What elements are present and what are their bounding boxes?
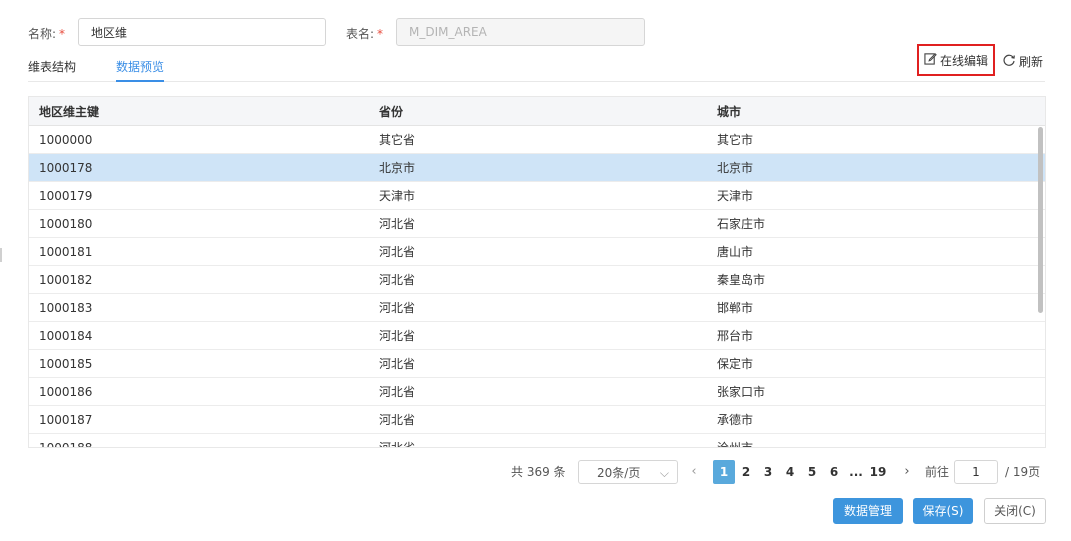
cell-city: 唐山市 (717, 245, 754, 259)
page-3[interactable]: 3 (758, 460, 778, 484)
column-header-province[interactable]: 省份 (379, 103, 403, 120)
cell-area-key: 1000181 (39, 244, 93, 259)
cell-province: 河北省 (379, 217, 416, 231)
goto-page-input[interactable] (954, 460, 998, 484)
page-5[interactable]: 5 (802, 460, 822, 484)
table-scrollbar[interactable] (1038, 127, 1043, 313)
table-row[interactable]: 1000179 天津市 天津市 (29, 182, 1045, 210)
cell-province: 河北省 (379, 441, 416, 448)
table-header: 地区维主键 省份 城市 (29, 97, 1045, 126)
cell-city: 天津市 (717, 189, 754, 203)
refresh-button[interactable]: 刷新 (1002, 52, 1043, 70)
chevron-down-icon: ⌵ (659, 466, 669, 480)
table-row[interactable]: 1000187 河北省 承德市 (29, 406, 1045, 434)
table-name-label: 表名: (346, 27, 375, 41)
name-required-mark: * (59, 26, 66, 41)
table-row[interactable]: 1000183 河北省 邯郸市 (29, 294, 1045, 322)
cell-province: 河北省 (379, 301, 416, 315)
cell-area-key: 1000178 (39, 160, 93, 175)
cell-province: 河北省 (379, 245, 416, 259)
table-row[interactable]: 1000180 河北省 石家庄市 (29, 210, 1045, 238)
page-1[interactable]: 1 (713, 460, 735, 484)
table-body: 1000000 其它省 其它市 1000178 北京市 北京市 1000179 天津市 天津市 1… (29, 126, 1045, 448)
cell-area-key: 1000182 (39, 272, 93, 287)
total-count: 共 369 条 (511, 465, 566, 479)
cell-area-key: 1000179 (39, 188, 93, 203)
cell-area-key: 1000000 (39, 132, 93, 147)
close-button[interactable]: 关闭(C) (984, 498, 1046, 524)
cell-area-key: 1000180 (39, 216, 93, 231)
cell-area-key: 1000185 (39, 356, 93, 371)
tab-table-structure[interactable]: 维表结构 (28, 58, 76, 82)
cell-province: 天津市 (379, 189, 416, 203)
pagination: 共 369 条 20条/页 ⌵ ‹ 1 2 3 4 5 6 ... 19 › 前… (0, 460, 1071, 484)
refresh-label: 刷新 (1019, 54, 1044, 69)
online-edit-label: 在线编辑 (939, 53, 988, 68)
name-input[interactable] (78, 18, 326, 46)
refresh-icon (1002, 53, 1019, 70)
page-2[interactable]: 2 (736, 460, 756, 484)
cell-city: 北京市 (717, 161, 754, 175)
cell-province: 河北省 (379, 273, 416, 287)
left-edge-marker (0, 248, 2, 262)
table-row[interactable]: 1000181 河北省 唐山市 (29, 238, 1045, 266)
table-row[interactable]: 1000186 河北省 张家口市 (29, 378, 1045, 406)
page-size-select[interactable]: 20条/页 ⌵ (578, 460, 678, 484)
data-manage-button[interactable]: 数据管理 (833, 498, 903, 524)
cell-city: 沧州市 (717, 441, 754, 448)
table-name-required-mark: * (377, 26, 384, 41)
column-header-city[interactable]: 城市 (717, 103, 741, 120)
page-last[interactable]: 19 (868, 460, 888, 484)
page-ellipsis[interactable]: ... (846, 460, 866, 484)
name-field-row: 名称: * (28, 25, 65, 42)
online-edit-button[interactable]: 在线编辑 (917, 44, 995, 76)
cell-city: 秦皇岛市 (717, 273, 766, 287)
cell-city: 邢台市 (717, 329, 754, 343)
cell-province: 河北省 (379, 357, 416, 371)
table-name-input[interactable] (396, 18, 645, 46)
cell-area-key: 1000184 (39, 328, 93, 343)
cell-province: 其它省 (379, 133, 416, 147)
cell-province: 河北省 (379, 385, 416, 399)
prev-page-icon[interactable]: ‹ (686, 460, 702, 484)
cell-area-key: 1000186 (39, 384, 93, 399)
cell-city: 石家庄市 (717, 217, 766, 231)
table-name-field-row: 表名: * (346, 25, 383, 42)
tab-bar: 维表结构 数据预览 (28, 58, 1045, 82)
page-4[interactable]: 4 (780, 460, 800, 484)
table-row[interactable]: 1000185 河北省 保定市 (29, 350, 1045, 378)
cell-province: 北京市 (379, 161, 416, 175)
table-row[interactable]: 1000184 河北省 邢台市 (29, 322, 1045, 350)
edit-icon (924, 52, 940, 68)
page-size-value: 20条/页 (597, 466, 641, 480)
cell-city: 张家口市 (717, 385, 766, 399)
column-header-area-key[interactable]: 地区维主键 (39, 103, 99, 120)
next-page-icon[interactable]: › (899, 460, 915, 484)
table-row[interactable]: 1000188 河北省 沧州市 (29, 434, 1045, 448)
cell-area-key: 1000188 (39, 440, 93, 448)
table-row[interactable]: 1000182 河北省 秦皇岛市 (29, 266, 1045, 294)
table-row[interactable]: 1000178 北京市 北京市 (29, 154, 1045, 182)
cell-city: 其它市 (717, 133, 754, 147)
cell-province: 河北省 (379, 329, 416, 343)
cell-city: 保定市 (717, 357, 754, 371)
cell-city: 邯郸市 (717, 301, 754, 315)
cell-area-key: 1000183 (39, 300, 93, 315)
page-6[interactable]: 6 (824, 460, 844, 484)
tab-data-preview[interactable]: 数据预览 (116, 58, 165, 82)
save-button[interactable]: 保存(S) (913, 498, 973, 524)
table-row[interactable]: 1000000 其它省 其它市 (29, 126, 1045, 154)
total-pages: / 19页 (1005, 465, 1041, 479)
data-table: 地区维主键 省份 城市 1000000 其它省 其它市 1000178 北京市 北京市 10… (28, 96, 1046, 448)
cell-city: 承德市 (717, 413, 754, 427)
cell-province: 河北省 (379, 413, 416, 427)
cell-area-key: 1000187 (39, 412, 93, 427)
name-label: 名称: (28, 27, 57, 41)
goto-label: 前往 (925, 465, 950, 479)
